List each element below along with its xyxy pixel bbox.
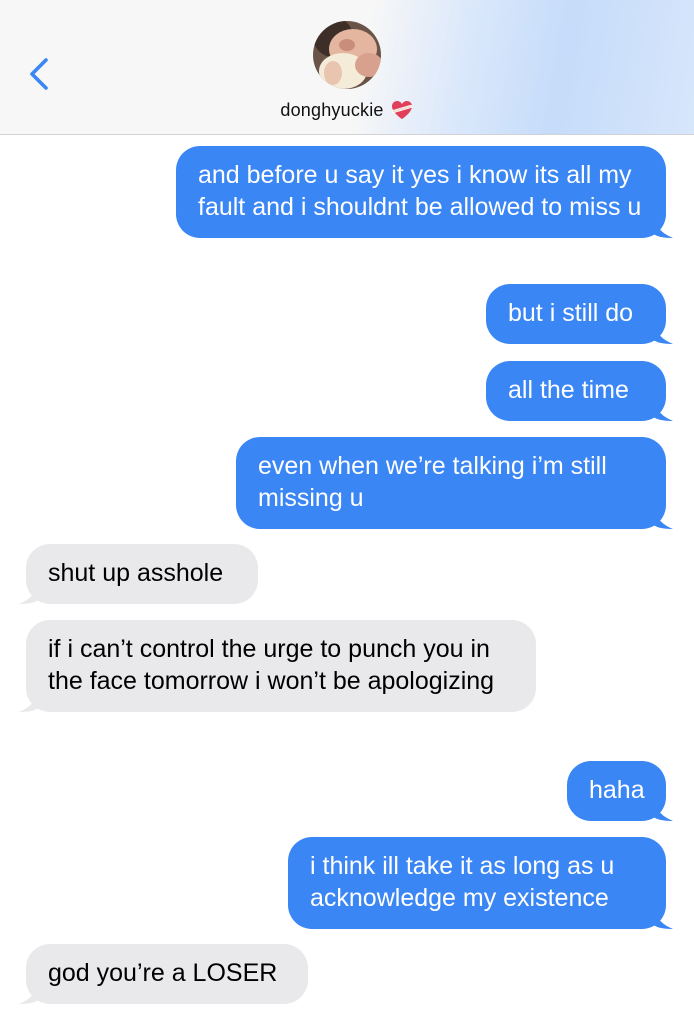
mending-heart-icon — [391, 101, 412, 120]
contact-name: donghyuckie — [280, 99, 384, 120]
bubble-tail — [651, 907, 673, 929]
received-message-bubble[interactable]: shut up asshole — [19, 544, 258, 604]
contact-name-row[interactable]: donghyuckie — [0, 99, 694, 121]
sent-message-bubble[interactable]: haha — [567, 761, 673, 821]
bubble-tail — [651, 799, 673, 821]
bubble-tail — [651, 399, 673, 421]
bubble-tail — [651, 216, 673, 238]
bubble-tail — [651, 507, 673, 529]
message-text: but i still do — [508, 299, 634, 327]
message-text: even when we’re talking i’m still missin… — [258, 452, 607, 512]
received-message-bubble[interactable]: god you’re a LOSER — [19, 944, 308, 1004]
bubble-tail — [651, 322, 673, 344]
message-text: and before u say it yes i know its all m… — [198, 161, 642, 221]
message-text: if i can’t control the urge to punch you… — [48, 635, 495, 695]
message-text: shut up asshole — [48, 559, 224, 587]
sent-message-bubble[interactable]: but i still do — [486, 284, 673, 344]
contact-avatar-image — [313, 21, 381, 89]
conversation-header: donghyuckie — [0, 0, 694, 135]
sent-message-bubble[interactable]: and before u say it yes i know its all m… — [176, 146, 673, 238]
message-text: god you’re a LOSER — [48, 959, 278, 987]
avatar[interactable] — [313, 21, 381, 89]
bubble-tail — [19, 582, 41, 604]
received-message-bubble[interactable]: if i can’t control the urge to punch you… — [19, 620, 536, 712]
chevron-left-icon[interactable] — [22, 52, 56, 96]
sent-message-bubble[interactable]: even when we’re talking i’m still missin… — [236, 437, 673, 529]
bubble-tail — [19, 690, 41, 712]
message-text: all the time — [508, 376, 629, 404]
message-text: haha — [589, 776, 645, 804]
message-text: i think ill take it as long as u acknowl… — [310, 852, 615, 912]
sent-message-bubble[interactable]: i think ill take it as long as u acknowl… — [288, 837, 673, 929]
bubble-tail — [19, 982, 41, 1004]
sent-message-bubble[interactable]: all the time — [486, 361, 673, 421]
